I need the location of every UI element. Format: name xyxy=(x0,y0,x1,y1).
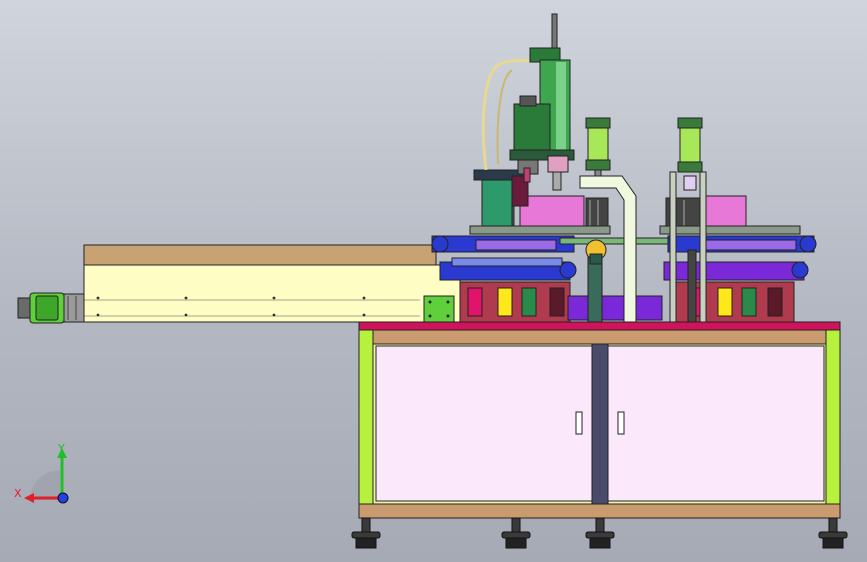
x-axis-label: X xyxy=(14,487,22,500)
y-axis-label: Y xyxy=(57,442,65,455)
left-assembly-station xyxy=(431,169,701,323)
machine-drawing: Y X xyxy=(14,13,848,549)
linear-slide-module xyxy=(83,244,461,323)
axis-triad: Y X xyxy=(14,442,69,504)
pneumatic-cylinder-right xyxy=(677,117,703,191)
z-axis-dot xyxy=(57,492,69,504)
cad-viewport[interactable]: Y X xyxy=(0,0,867,562)
cabinet-door-left xyxy=(375,345,593,502)
stepper-motor xyxy=(17,292,85,324)
right-assembly-station xyxy=(659,171,817,323)
cabinet-door-right xyxy=(607,345,825,502)
pneumatic-cylinder-left xyxy=(585,117,611,185)
machine-cabinet xyxy=(358,321,841,519)
scara-robot-arm xyxy=(481,13,575,191)
leveling-feet xyxy=(351,517,848,549)
